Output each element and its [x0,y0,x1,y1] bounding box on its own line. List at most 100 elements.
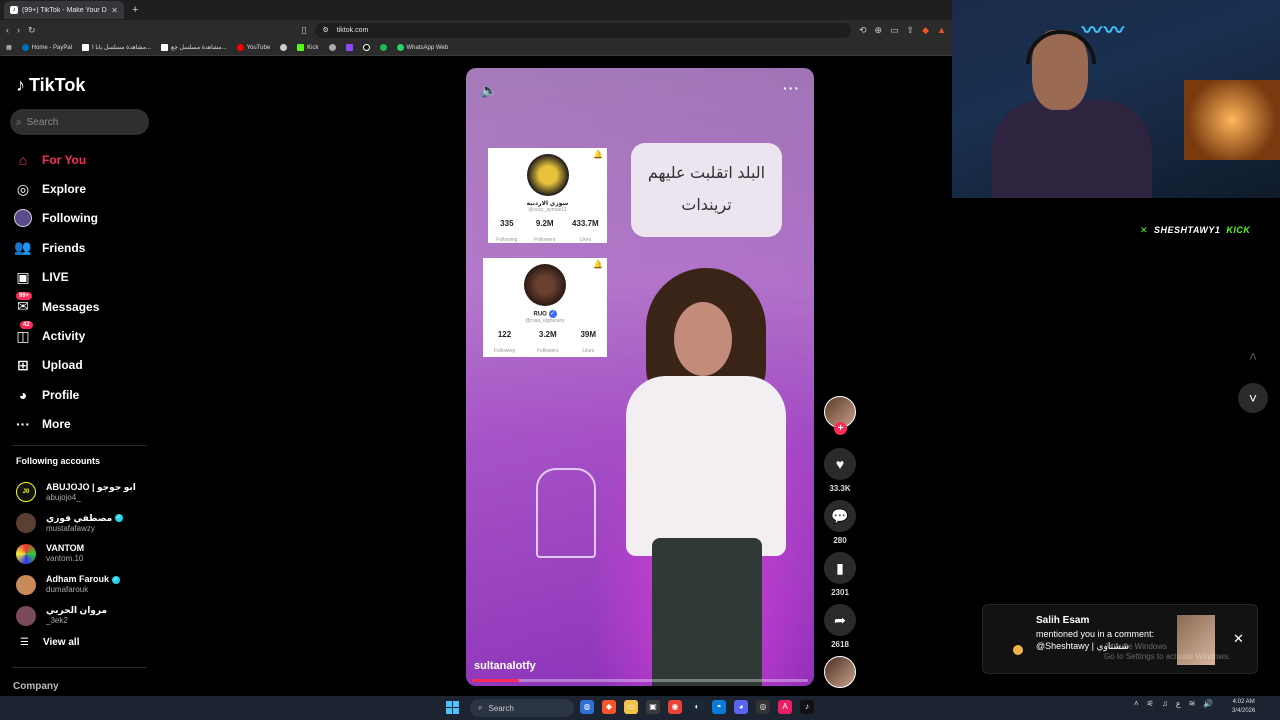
wifi-icon[interactable]: ≋ [1189,699,1196,708]
bookmark-series-2[interactable]: مشاهدة مسلسل جع... [161,44,227,51]
video-progress-bar[interactable] [472,679,808,682]
bookmark-tiktok[interactable] [362,44,370,51]
neon-sign: 〰〰 [1082,20,1126,42]
account-item[interactable]: Adham Farouk ✓ dumafarouk [16,569,156,600]
apps-grid-icon[interactable]: ▦ [6,44,12,51]
nav-for-you[interactable]: ⌂ For You [14,145,154,174]
start-button[interactable] [446,701,459,714]
nav-upload[interactable]: ⊞ Upload [14,351,154,380]
avatar [16,574,36,595]
nav-friends[interactable]: 👥 Friends [14,233,154,262]
share-icon[interactable]: ⇪ [907,25,915,36]
nav-activity[interactable]: ◫ 42 Activity [14,321,154,350]
network-icon[interactable]: ⚟ [1147,699,1154,708]
previous-video-button[interactable]: ˄ [1238,341,1268,371]
view-all-button[interactable]: ☰ View all [20,637,79,648]
follow-plus-icon[interactable]: + [834,422,847,435]
site-info-icon[interactable]: ⚙ [323,26,329,34]
share-button[interactable]: ➦ [824,604,856,636]
nav-explore[interactable]: ◎ Explore [14,174,154,203]
search-input[interactable]: ⌕ Search [10,109,149,135]
bookmark-kick[interactable]: Kick [297,44,319,51]
bell-icon: 🔔 [593,150,603,159]
chair-shape [536,468,596,558]
video-author[interactable]: sultanalotfy [474,660,536,672]
folder-icon[interactable]: ▭ [624,700,638,714]
company-link[interactable]: Company [13,681,59,692]
zoom-icon[interactable]: ⊕ [875,25,883,36]
bookmark-youtube[interactable]: YouTube [236,44,270,51]
bookmark-twitch[interactable] [345,44,353,51]
bookmark-misc-2[interactable] [328,44,336,51]
save-button[interactable]: ▮ [824,552,856,584]
brave-icon[interactable]: ◆ [602,700,616,714]
taskbar-clock[interactable]: 4:02 AM 3/4/2026 [1232,698,1255,716]
close-icon[interactable]: ✕ [1233,631,1244,647]
bookmark-series-1[interactable]: مشاهدة مسلسل بابا ا... [82,44,151,51]
reload-icon[interactable]: ↻ [28,25,36,36]
notification-toast[interactable]: Salih Esam mentioned you in a comment: @… [982,604,1258,674]
language-icon[interactable]: ع [1176,699,1181,708]
like-button[interactable]: ♥ [824,448,856,480]
next-video-button[interactable]: ˅ [1238,383,1268,413]
taskbar-search[interactable]: ⌕ Search [470,699,574,717]
nav-more[interactable]: ··· More [14,410,154,439]
nav-following[interactable]: Following [14,204,154,233]
mic-icon[interactable]: ♫ [1162,699,1168,708]
forward-icon[interactable]: › [17,25,20,35]
volume-icon[interactable]: 🔈 [480,82,497,99]
browser-tab[interactable]: ♪ (99+) TikTok - Make Your Day ✕ [4,1,124,19]
page-icon [161,44,169,51]
bell-icon: 🔔 [593,260,603,269]
nav-profile[interactable]: ◕ Profile [14,380,154,409]
account-item[interactable]: J0 ABUJOJO | ابو جوجو abujojo4_ [16,477,156,508]
new-tab-button[interactable]: + [132,4,138,16]
discord-icon[interactable]: ◕ [734,700,748,714]
notification-sender: Salih Esam [1036,615,1090,626]
bookmark-paypal[interactable]: Home - PayPal [21,44,72,51]
messages-badge: 99+ [16,291,33,300]
rewards-icon[interactable]: ▲ [937,25,946,35]
nav-messages[interactable]: ✉ 99+ Messages [14,291,154,321]
account-item[interactable]: مصطفي فوزي ✓ mustafafawzy [16,508,156,539]
comment-button[interactable]: 💬 [824,500,856,532]
kick-logo-icon: ✕ [1140,224,1149,235]
browser-toolbar: ‹ › ↻ ▯ ⚙ tiktok.com ⟲ ⊕ ▭ ⇪ ◆ ▲ [0,20,952,40]
app-icon[interactable]: A [778,700,792,714]
store-icon[interactable]: ▣ [646,700,660,714]
address-bar[interactable]: ⚙ tiktok.com [314,22,851,38]
obs-icon[interactable]: ◎ [756,700,770,714]
back-icon[interactable]: ‹ [6,25,9,35]
avatar: J0 [16,482,36,503]
chevron-up-icon[interactable]: ˄ [1134,699,1139,708]
profile-card-1: 🔔 سوزي الاردنيه @suzy_ayman11 335 Followi… [488,148,607,243]
bookmark-spotify[interactable] [379,44,387,51]
account-item[interactable]: VANTOM vantom.10 [16,539,156,570]
sound-avatar[interactable] [824,656,856,688]
globe-icon [280,44,288,51]
copilot-icon[interactable]: ◍ [580,700,594,714]
volume-icon[interactable]: 🔊 [1203,699,1213,708]
home-icon: ⌂ [18,151,28,168]
brave-shield-icon[interactable]: ◆ [922,25,929,36]
translate-icon[interactable]: ⟲ [859,25,867,36]
bookmark-icon: ▮ [836,559,844,576]
compass-icon: ◎ [16,180,30,197]
tiktok-icon[interactable]: ♪ [800,700,814,714]
nav-live[interactable]: ▣ LIVE [14,263,154,292]
account-item[interactable]: مروان الحربي _3ek2 [16,600,156,631]
spotify-icon [379,44,387,51]
more-icon: ··· [16,416,30,433]
bookmark-misc[interactable] [280,44,288,51]
bookmark-whatsapp[interactable]: WhatsApp Web [396,44,448,51]
video-player[interactable]: 🔈 ··· 🔔 سوزي الاردنيه @suzy_ayman11 335 F… [466,68,814,686]
more-options-icon[interactable]: ··· [783,80,800,96]
bookmark-icon[interactable]: ▯ [302,25,307,36]
chrome-icon[interactable]: ◉ [668,700,682,714]
close-tab-icon[interactable]: ✕ [111,6,118,15]
cast-icon[interactable]: ▭ [890,25,899,36]
tiktok-logo[interactable]: ♪ TikTok [16,75,85,96]
steam-icon[interactable]: ◐ [690,700,704,714]
edge-icon[interactable]: ◓ [712,700,726,714]
system-tray: ˄ ⚟ ♫ ع ≋ 🔊 [1134,699,1213,708]
